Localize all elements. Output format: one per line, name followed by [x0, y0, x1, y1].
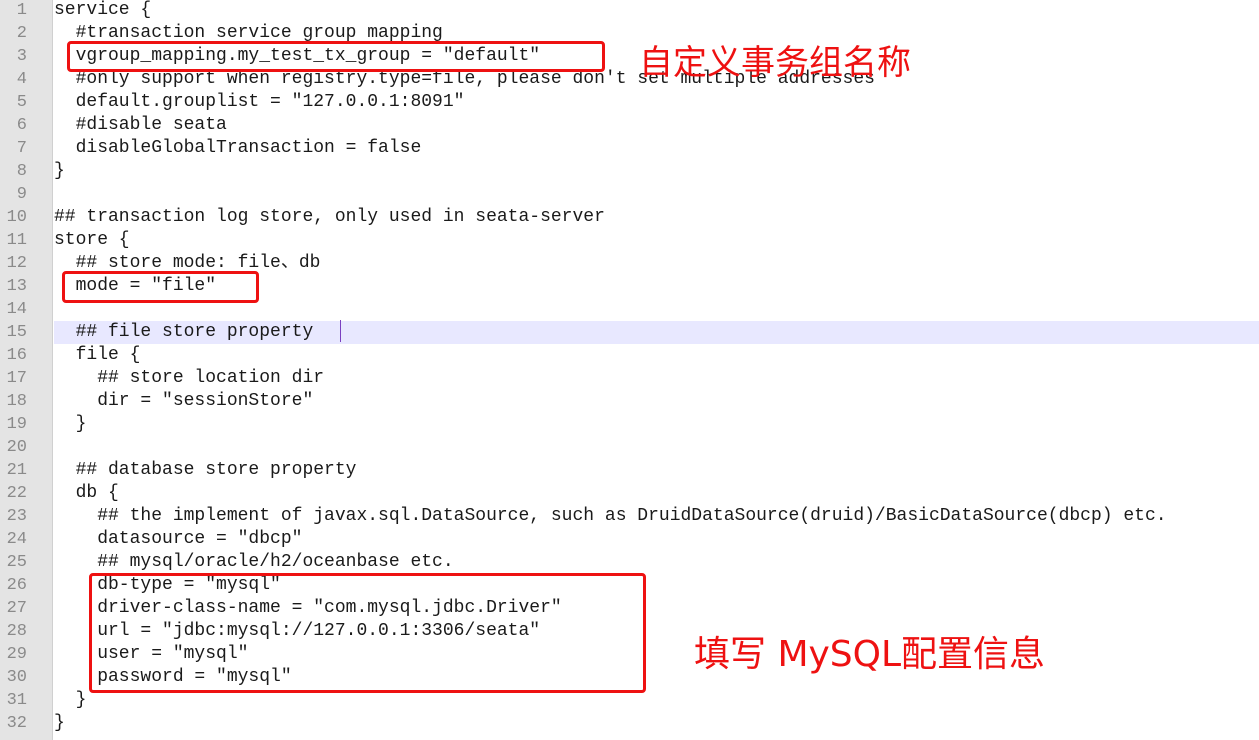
code-line[interactable]: file { [54, 344, 1259, 367]
line-number: 22 [6, 484, 27, 503]
line-number: 29 [6, 645, 27, 664]
line-number: 2 [16, 24, 27, 43]
line-number: 21 [6, 461, 27, 480]
code-line[interactable]: store { [54, 229, 1259, 252]
line-number: 25 [6, 553, 27, 572]
annotation-group-name: 自定义事务组名称 [639, 43, 911, 83]
highlight-box-vgroup-mapping [67, 41, 605, 72]
line-number: 7 [16, 139, 27, 158]
line-number: 26 [6, 576, 27, 595]
text-cursor [340, 320, 341, 342]
code-line[interactable]: dir = "sessionStore" [54, 390, 1259, 413]
line-number: 5 [16, 93, 27, 112]
line-number: 14 [6, 300, 27, 319]
line-number: 9 [16, 185, 27, 204]
line-number: 30 [6, 668, 27, 687]
code-line[interactable]: ## database store property [54, 459, 1259, 482]
highlight-box-mysql-config [89, 573, 646, 693]
code-line[interactable]: ## transaction log store, only used in s… [54, 206, 1259, 229]
code-line[interactable]: disableGlobalTransaction = false [54, 137, 1259, 160]
code-line[interactable]: default.grouplist = "127.0.0.1:8091" [54, 91, 1259, 114]
line-number: 4 [16, 70, 27, 89]
code-line[interactable]: #disable seata [54, 114, 1259, 137]
line-number: 18 [6, 392, 27, 411]
line-number: 12 [6, 254, 27, 273]
code-line[interactable]: ## the implement of javax.sql.DataSource… [54, 505, 1259, 528]
line-number: 11 [6, 231, 27, 250]
line-number: 15 [6, 323, 27, 342]
code-line[interactable]: } [54, 712, 1259, 735]
line-number: 19 [6, 415, 27, 434]
code-line[interactable] [54, 436, 1259, 459]
code-line[interactable]: db { [54, 482, 1259, 505]
code-line[interactable]: } [54, 413, 1259, 436]
line-number: 8 [16, 162, 27, 181]
code-line[interactable]: ## store location dir [54, 367, 1259, 390]
line-number: 16 [6, 346, 27, 365]
code-line[interactable]: ## file store property [54, 321, 1259, 344]
code-line[interactable]: } [54, 160, 1259, 183]
line-number: 13 [6, 277, 27, 296]
line-number: 23 [6, 507, 27, 526]
highlight-box-store-mode [62, 271, 259, 303]
code-line[interactable]: datasource = "dbcp" [54, 528, 1259, 551]
line-number: 31 [6, 691, 27, 710]
line-number: 3 [16, 47, 27, 66]
line-number: 24 [6, 530, 27, 549]
annotation-mysql-config: 填写 MySQL配置信息 [694, 634, 1046, 675]
code-line[interactable]: service { [54, 0, 1259, 22]
line-number: 27 [6, 599, 27, 618]
line-number: 17 [6, 369, 27, 388]
code-line[interactable] [54, 183, 1259, 206]
line-number: 1 [16, 1, 27, 20]
line-number: 28 [6, 622, 27, 641]
line-number: 10 [6, 208, 27, 227]
code-line[interactable]: ## mysql/oracle/h2/oceanbase etc. [54, 551, 1259, 574]
line-number: 20 [6, 438, 27, 457]
line-number: 6 [16, 116, 27, 135]
line-number: 32 [6, 714, 27, 733]
